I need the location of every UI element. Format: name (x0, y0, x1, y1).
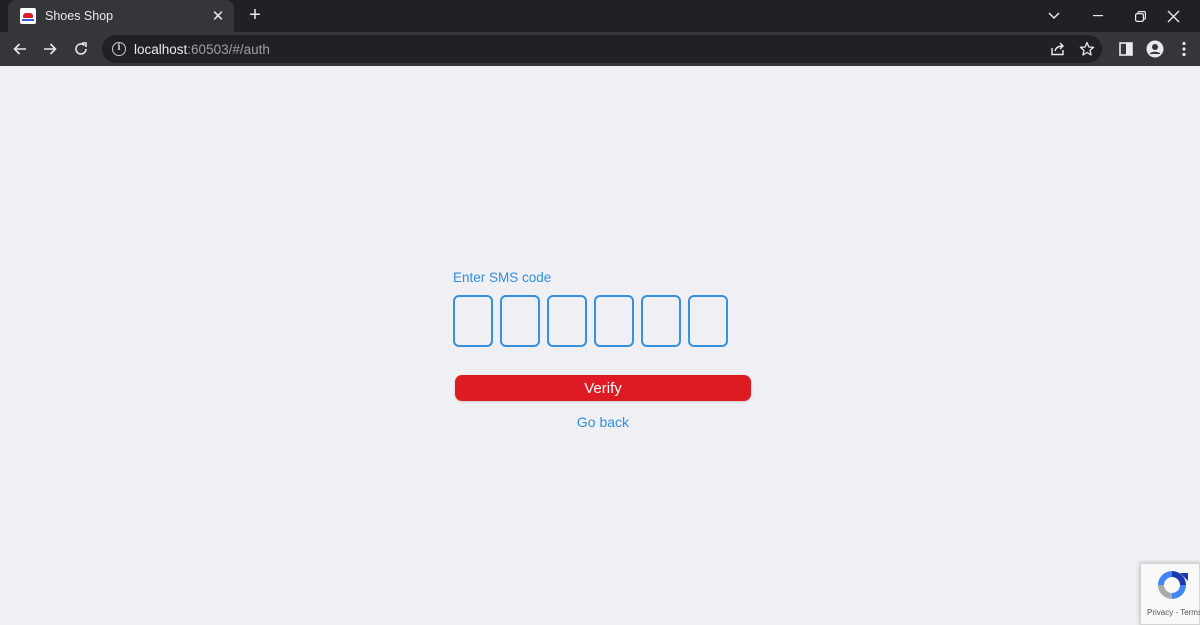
restore-icon[interactable] (1128, 0, 1152, 32)
back-arrow-icon[interactable] (7, 36, 33, 62)
url-host: localhost (134, 41, 188, 57)
url-path: :60503/#/auth (187, 41, 270, 57)
address-bar[interactable]: i localhost:60503/#/auth (102, 35, 1102, 63)
tab-title: Shoes Shop (45, 9, 114, 23)
new-tab-button[interactable]: + (244, 5, 266, 27)
side-panel-icon[interactable] (1116, 39, 1136, 59)
recaptcha-badge[interactable]: Privacy - Terms (1140, 563, 1200, 625)
sms-code-inputs (453, 295, 728, 347)
bookmark-star-icon[interactable] (1077, 39, 1097, 59)
sms-code-label: Enter SMS code (453, 270, 552, 285)
shop-favicon-icon (20, 8, 36, 24)
sms-digit-4[interactable] (594, 295, 634, 347)
browser-toolbar: i localhost:60503/#/auth (0, 32, 1200, 66)
go-back-link[interactable]: Go back (453, 414, 753, 430)
site-info-icon[interactable]: i (112, 42, 126, 56)
tab-search-chevron-icon[interactable] (1042, 0, 1066, 32)
close-tab-icon[interactable]: ✕ (210, 7, 226, 25)
sms-digit-3[interactable] (547, 295, 587, 347)
sms-digit-5[interactable] (641, 295, 681, 347)
reload-icon[interactable] (68, 36, 94, 62)
sms-digit-1[interactable] (453, 295, 493, 347)
sms-digit-6[interactable] (688, 295, 728, 347)
share-icon[interactable] (1048, 39, 1068, 59)
verify-button[interactable]: Verify (455, 375, 751, 401)
minimize-icon[interactable] (1086, 0, 1110, 32)
more-menu-icon[interactable] (1176, 39, 1192, 59)
recaptcha-logo-icon (1158, 571, 1188, 599)
sms-digit-2[interactable] (500, 295, 540, 347)
forward-arrow-icon[interactable] (37, 36, 63, 62)
recaptcha-terms-links[interactable]: Privacy - Terms (1147, 608, 1200, 617)
browser-titlebar: Shoes Shop ✕ + (0, 0, 1200, 32)
profile-avatar-icon[interactable] (1145, 39, 1165, 59)
close-window-icon[interactable] (1158, 0, 1188, 32)
browser-tab[interactable]: Shoes Shop ✕ (8, 0, 234, 32)
